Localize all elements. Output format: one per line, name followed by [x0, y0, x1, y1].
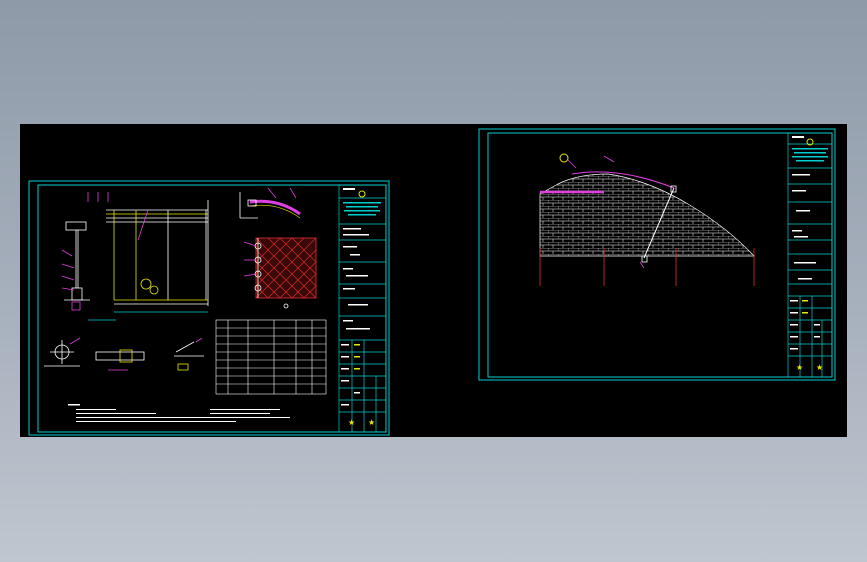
drawing-sheet-2: ★ ★ [478, 128, 836, 381]
title-block [338, 185, 386, 432]
title-block [787, 133, 832, 377]
cad-viewport[interactable]: ★ ★ ★ ★ [20, 124, 847, 437]
svg-text:★: ★ [368, 418, 375, 427]
svg-text:★: ★ [796, 363, 803, 372]
small-details [44, 337, 204, 371]
svg-text:★: ★ [348, 418, 355, 427]
slope-section [539, 153, 755, 286]
parts-table [215, 319, 327, 395]
drawing-notes [68, 404, 290, 422]
svg-text:★: ★ [816, 363, 823, 372]
mesh-detail [239, 187, 317, 309]
elevation-drawing [61, 192, 209, 321]
drawing-sheet-1: ★ ★ [28, 180, 390, 436]
